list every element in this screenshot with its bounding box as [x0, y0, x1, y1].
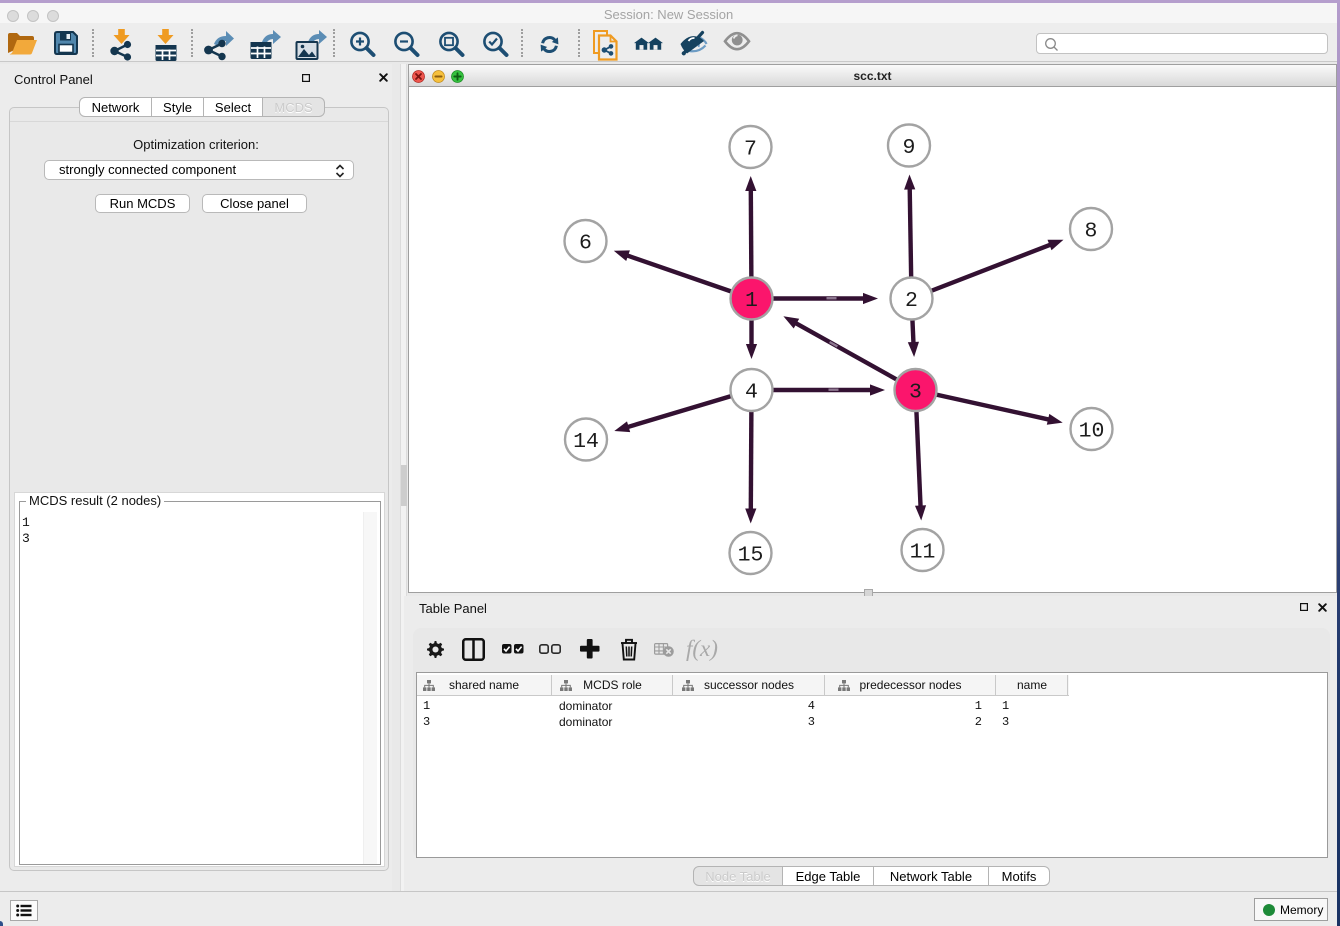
svg-text:14: 14 [573, 430, 599, 454]
svg-text:15: 15 [738, 544, 764, 568]
svg-text:11: 11 [910, 541, 936, 565]
svg-text:6: 6 [579, 232, 592, 256]
svg-text:3: 3 [909, 381, 922, 405]
svg-text:7: 7 [744, 138, 757, 162]
svg-text:f(x): f(x) [686, 636, 718, 661]
svg-text:9: 9 [903, 136, 916, 160]
svg-text:1: 1 [745, 289, 758, 313]
svg-text:2: 2 [905, 289, 918, 313]
svg-text:8: 8 [1085, 220, 1098, 244]
svg-text:4: 4 [745, 381, 758, 405]
svg-text:10: 10 [1079, 420, 1105, 444]
